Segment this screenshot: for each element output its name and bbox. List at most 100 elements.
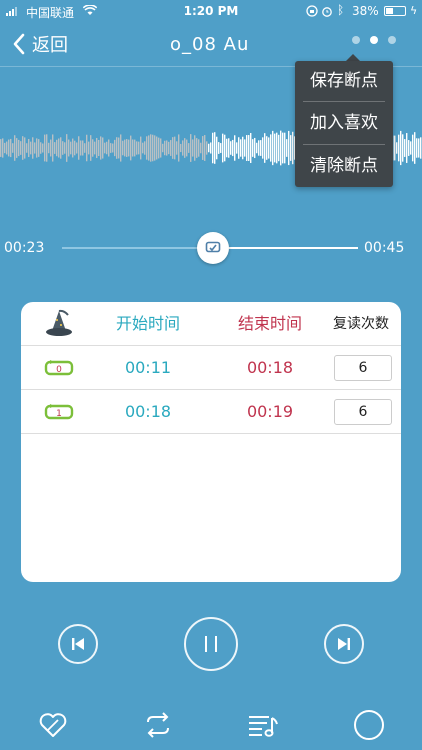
waveform-bar [132,139,134,157]
waveform-bar [100,136,102,160]
pause-button[interactable] [184,617,238,671]
back-button[interactable]: 返回 [12,30,68,58]
waveform-bar [168,141,170,155]
waveform-bar [46,134,48,162]
waveform-bar [82,140,84,156]
waveform-bar [276,132,278,164]
waveform-bar [174,136,176,160]
waveform-bar [70,141,72,155]
waveform-bar [98,139,100,157]
waveform-bar [250,132,252,164]
waveform-bar [230,141,232,155]
waveform-bar [274,133,276,163]
playlist-icon [249,716,278,737]
repeat-marker-icon [205,241,221,253]
waveform-bar [62,141,64,155]
header-end-time: 结束时间 [237,314,302,333]
row-end-time: 00:18 [246,358,294,377]
progress-thumb[interactable] [197,232,229,264]
waveform-bar [80,140,82,156]
waveform-bar [224,134,226,162]
waveform-bar [18,139,20,157]
waveform-bar [406,133,408,163]
waveform-bar [206,141,208,155]
waveform-bar [20,141,22,155]
waveform-bar [42,143,44,153]
loop-mode-button[interactable] [141,708,175,742]
previous-button[interactable] [58,624,98,664]
waveform-bar [16,138,18,158]
waveform-bar [394,135,396,161]
waveform-bar [90,135,92,161]
waveform-bar [126,139,128,157]
waveform-bar [164,140,166,156]
waveform-bar [152,134,154,162]
waveform-bar [4,142,6,154]
waveform-bar [232,139,234,157]
menu-item-add-favorite[interactable]: 加入喜欢 [295,103,393,143]
table-row[interactable]: 0 00:11 00:18 6 [21,346,401,390]
playlist-button[interactable] [246,708,280,742]
next-button[interactable] [324,624,364,664]
table-row[interactable]: 1 00:18 00:19 6 [21,390,401,434]
repeat-loop-icon: 1 [39,390,79,434]
header-repeat-count: 复读次数 [333,316,389,332]
repeat-count-input[interactable]: 6 [334,355,392,381]
waveform-bar [410,141,412,155]
waveform-bar [398,134,400,162]
waveform-bar [202,136,204,160]
waveform-bar [218,142,220,154]
page-dot-active[interactable] [370,36,378,44]
repeat-count-input[interactable]: 6 [334,399,392,425]
page-dot[interactable] [388,36,396,44]
waveform-bar [278,134,280,162]
waveform-bar [128,139,130,157]
waveform-bar [160,138,162,158]
waveform-bar [154,135,156,161]
waveform-bar [40,142,42,154]
menu-item-clear-breakpoint[interactable]: 清除断点 [295,146,393,186]
waveform-bar [36,138,38,158]
waveform-bar [404,139,406,157]
options-menu: 保存断点 加入喜欢 清除断点 [295,61,393,187]
repeat-loop-icon: 0 [39,346,79,390]
page-title: o_08 Au [170,34,250,55]
battery-percent: 38% [352,4,379,18]
waveform-bar [166,140,168,156]
page-dot[interactable] [352,36,360,44]
menu-arrow [346,54,360,61]
more-button[interactable] [352,708,386,742]
waveform-bar [48,142,50,154]
pause-icon [205,636,217,652]
waveform-bar [226,138,228,158]
favorite-button[interactable] [36,708,70,742]
waveform-bar [220,143,222,153]
waveform-bar [270,134,272,162]
waveform-bar [416,138,418,158]
waveform-bar [214,132,216,164]
menu-divider [303,101,385,102]
waveform-bar [38,139,40,157]
waveform-bar [94,141,96,155]
total-time: 00:45 [364,240,405,256]
waveform-bar [140,136,142,160]
waveform-bar [150,134,152,162]
waveform-bar [78,136,80,160]
waveform-bar [156,136,158,160]
waveform-bar [50,139,52,157]
menu-item-save-breakpoint[interactable]: 保存断点 [295,61,393,101]
waveform-bar [130,135,132,161]
waveform-bar [96,137,98,159]
waveform-bar [72,138,74,158]
waveform-bar [210,142,212,154]
waveform-bar [84,143,86,153]
row-end-time: 00:19 [246,402,294,421]
waveform-bar [290,135,292,161]
charging-icon: ϟ [410,4,418,17]
waveform-bar [286,139,288,157]
waveform-bar [28,139,30,157]
header-start-time: 开始时间 [115,314,180,333]
waveform-bar [8,139,10,157]
page-indicator[interactable] [352,36,396,44]
waveform-bar [266,136,268,160]
